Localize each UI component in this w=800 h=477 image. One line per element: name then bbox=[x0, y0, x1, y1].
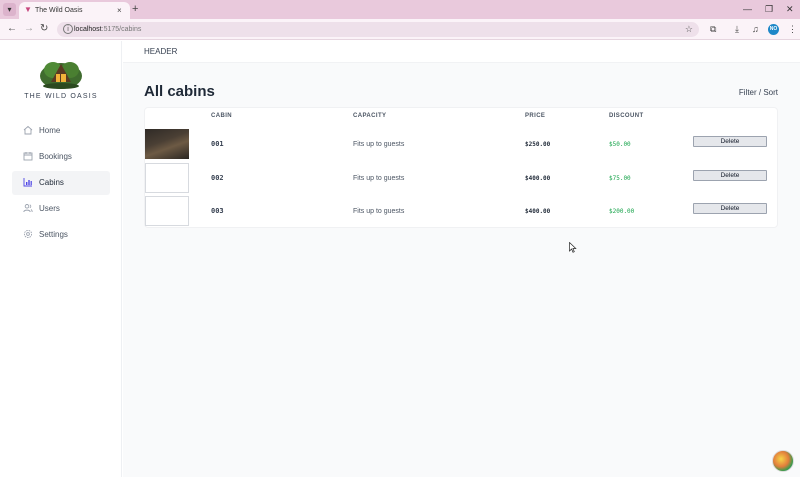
cabin-name: 002 bbox=[211, 174, 224, 182]
cabin-price: $250.00 bbox=[525, 141, 551, 148]
sidebar-item-label: Bookings bbox=[39, 152, 72, 161]
sidebar-item-bookings[interactable]: Bookings bbox=[12, 145, 110, 169]
restore-icon[interactable]: ❐ bbox=[765, 3, 773, 15]
browser-tab[interactable]: ▼ The Wild Oasis × bbox=[19, 2, 130, 19]
cabin-capacity: Fits up to guests bbox=[353, 208, 405, 215]
cabin-price: $400.00 bbox=[525, 208, 551, 215]
tab-close-icon[interactable]: × bbox=[117, 5, 122, 16]
delete-button[interactable]: Delete bbox=[693, 170, 767, 181]
sidebar-item-users[interactable]: Users bbox=[12, 197, 110, 221]
new-tab-button[interactable]: + bbox=[132, 3, 138, 16]
profile-avatar[interactable]: NO bbox=[768, 24, 779, 35]
header-text: HEADER bbox=[144, 47, 178, 56]
app-header: HEADER bbox=[123, 41, 800, 63]
cabin-discount: $50.00 bbox=[609, 141, 631, 148]
cabin-discount: $200.00 bbox=[609, 208, 635, 215]
vite-favicon-icon: ▼ bbox=[24, 5, 32, 14]
column-header-price: PRICE bbox=[525, 113, 546, 119]
url-host: localhost bbox=[74, 26, 102, 33]
site-info-icon[interactable]: i bbox=[63, 24, 73, 34]
table-row: 002 Fits up to guests $400.00 $75.00 Del… bbox=[145, 163, 777, 196]
cabin-name: 001 bbox=[211, 140, 224, 148]
media-controls-icon[interactable]: ♫ bbox=[752, 23, 759, 35]
floating-widget-icon[interactable] bbox=[772, 450, 794, 472]
sidebar-item-home[interactable]: Home bbox=[12, 119, 110, 143]
cabin-image bbox=[145, 129, 189, 159]
logo-text: THE WILD OASIS bbox=[24, 93, 98, 100]
bookmark-star-icon[interactable]: ☆ bbox=[685, 23, 693, 35]
table-row: 003 Fits up to guests $400.00 $200.00 De… bbox=[145, 196, 777, 229]
sidebar-item-label: Home bbox=[39, 126, 61, 135]
chart-icon bbox=[23, 178, 32, 187]
calendar-icon bbox=[23, 152, 33, 161]
delete-button[interactable]: Delete bbox=[693, 136, 767, 147]
url-text: localhost:5175/cabins bbox=[74, 24, 141, 35]
table-row: 001 Fits up to guests $250.00 $50.00 Del… bbox=[145, 129, 777, 162]
forward-icon[interactable]: → bbox=[24, 23, 34, 35]
users-icon bbox=[23, 204, 33, 213]
sidebar-item-cabins[interactable]: Cabins bbox=[12, 171, 110, 195]
reload-icon[interactable]: ↻ bbox=[40, 23, 48, 35]
menu-kebab-icon[interactable]: ⋮ bbox=[788, 23, 797, 35]
browser-tab-bar: ▾ ▼ The Wild Oasis × + — ❐ ✕ bbox=[0, 0, 800, 19]
back-icon[interactable]: ← bbox=[7, 23, 17, 35]
sidebar-item-settings[interactable]: Settings bbox=[12, 223, 110, 247]
tab-search-button[interactable]: ▾ bbox=[3, 3, 16, 16]
tab-title: The Wild Oasis bbox=[35, 7, 83, 14]
main-nav: Home Bookings Cabins Users Settings bbox=[12, 119, 110, 249]
column-header-discount: DISCOUNT bbox=[609, 113, 644, 119]
page-title: All cabins bbox=[144, 83, 215, 100]
sidebar-item-label: Users bbox=[39, 204, 60, 213]
filter-sort-label: Filter / Sort bbox=[738, 88, 778, 97]
minimize-icon[interactable]: — bbox=[743, 3, 752, 15]
cabin-name: 003 bbox=[211, 207, 224, 215]
cabin-price: $400.00 bbox=[525, 175, 551, 182]
gear-icon bbox=[23, 229, 33, 239]
url-path: :5175/cabins bbox=[101, 26, 142, 33]
cabin-capacity: Fits up to guests bbox=[353, 175, 405, 182]
cabin-image bbox=[145, 196, 189, 226]
delete-button[interactable]: Delete bbox=[693, 203, 767, 214]
download-icon[interactable]: ⤓ bbox=[735, 23, 739, 35]
cabin-image bbox=[145, 163, 189, 193]
column-header-cabin: CABIN bbox=[211, 113, 232, 119]
home-icon bbox=[23, 125, 33, 135]
main-content: HEADER All cabins Filter / Sort CABIN CA… bbox=[123, 41, 800, 477]
sidebar-item-label: Settings bbox=[39, 230, 68, 239]
cabin-discount: $75.00 bbox=[609, 175, 631, 182]
cabin-capacity: Fits up to guests bbox=[353, 141, 405, 148]
column-header-capacity: CAPACITY bbox=[353, 113, 387, 119]
cabins-table: CABIN CAPACITY PRICE DISCOUNT 001 Fits u… bbox=[144, 107, 778, 228]
address-bar[interactable]: i localhost:5175/cabins ☆ bbox=[57, 22, 699, 37]
close-window-icon[interactable]: ✕ bbox=[786, 3, 794, 15]
wild-oasis-logo bbox=[40, 62, 82, 89]
extensions-icon[interactable]: ⧉ bbox=[710, 23, 716, 35]
browser-toolbar: ← → ↻ i localhost:5175/cabins ☆ ⧉ ⤓ ♫ ⋮ bbox=[0, 19, 800, 40]
sidebar-item-label: Cabins bbox=[39, 178, 64, 187]
sidebar: THE WILD OASIS Home Bookings Cabins User… bbox=[0, 41, 122, 477]
mouse-cursor-icon bbox=[569, 242, 577, 253]
